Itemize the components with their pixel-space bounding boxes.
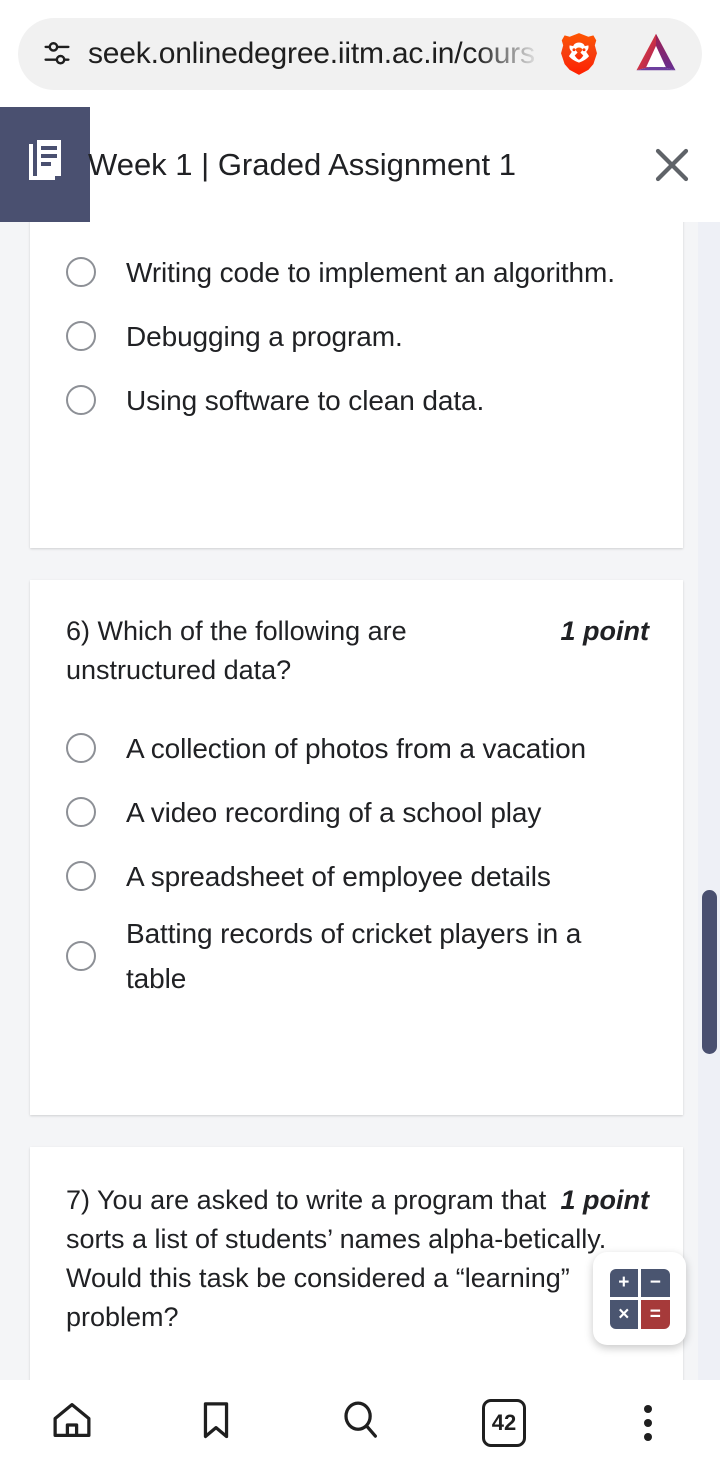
- page-title: Week 1 | Graded Assignment 1: [88, 147, 516, 182]
- scrollbar-thumb[interactable]: [702, 890, 717, 1054]
- question-card: Writing code to implement an algorithm. …: [30, 222, 683, 548]
- calculator-icon: + − × =: [609, 1268, 670, 1329]
- calc-minus-key: −: [641, 1268, 670, 1297]
- omnibox[interactable]: seek.onlinedegree.iitm.ac.in/cours: [18, 17, 702, 90]
- option-label: A collection of photos from a vacation: [126, 732, 587, 764]
- points-badge: 1 point: [560, 616, 650, 646]
- points-badge: 1 point: [560, 1185, 650, 1215]
- question-heading: 1 point 7) You are asked to write a prog…: [30, 1181, 683, 1337]
- documents-icon: [21, 138, 69, 191]
- tune-sliders-icon[interactable]: [40, 37, 74, 71]
- close-icon[interactable]: [648, 141, 696, 189]
- calc-multiply-key: ×: [609, 1300, 638, 1329]
- question-number: 7): [66, 1185, 91, 1215]
- radio-icon[interactable]: [66, 797, 96, 827]
- calculator-fab[interactable]: + − × =: [593, 1252, 686, 1345]
- option-row[interactable]: A spreadsheet of employee details: [66, 844, 663, 908]
- calc-plus-key: +: [609, 1268, 638, 1297]
- question-card: 1 point 6) Which of the following are un…: [30, 580, 683, 1115]
- documents-badge: [0, 107, 90, 222]
- home-icon: [49, 1397, 95, 1448]
- radio-icon[interactable]: [66, 385, 96, 415]
- calc-equals-key: =: [641, 1300, 670, 1329]
- radio-icon[interactable]: [66, 733, 96, 763]
- bat-triangle-icon[interactable]: [630, 28, 682, 80]
- home-button[interactable]: [0, 1380, 144, 1465]
- search-icon: [337, 1397, 383, 1448]
- more-vertical-icon: [644, 1404, 652, 1441]
- question-text: You are asked to write a program that so…: [66, 1185, 607, 1332]
- bookmarks-button[interactable]: [144, 1380, 288, 1465]
- radio-icon[interactable]: [66, 321, 96, 351]
- option-row[interactable]: Writing code to implement an algorithm.: [66, 240, 663, 304]
- option-label: A spreadsheet of employee details: [126, 860, 551, 892]
- search-button[interactable]: [288, 1380, 432, 1465]
- url-text[interactable]: seek.onlinedegree.iitm.ac.in/cours: [88, 37, 550, 71]
- option-row[interactable]: Using software to clean data.: [66, 368, 663, 432]
- option-list: Writing code to implement an algorithm. …: [30, 240, 683, 432]
- radio-icon[interactable]: [66, 861, 96, 891]
- question-number: 6): [66, 616, 91, 646]
- question-heading: 1 point 6) Which of the following are un…: [30, 612, 683, 690]
- option-row[interactable]: Debugging a program.: [66, 304, 663, 368]
- bookmark-icon: [193, 1397, 239, 1448]
- assignment-content[interactable]: Writing code to implement an algorithm. …: [0, 222, 720, 1380]
- option-label: Batting records of cricket players in a …: [126, 918, 582, 994]
- option-row[interactable]: A collection of photos from a vacation: [66, 716, 663, 780]
- question-card: 1 point 7) You are asked to write a prog…: [30, 1147, 683, 1380]
- option-label: A video recording of a school play: [126, 796, 542, 828]
- browser-top-bar: seek.onlinedegree.iitm.ac.in/cours: [0, 0, 720, 107]
- scrollbar-track[interactable]: [698, 222, 720, 1380]
- option-label: Debugging a program.: [126, 320, 403, 352]
- tab-count-icon: 42: [482, 1398, 526, 1447]
- option-list: A collection of photos from a vacation A…: [30, 690, 683, 1004]
- browser-bottom-nav: 42: [0, 1380, 720, 1465]
- option-row[interactable]: Batting records of cricket players in a …: [66, 908, 663, 1004]
- radio-icon[interactable]: [66, 941, 96, 971]
- brave-lion-icon[interactable]: [556, 31, 602, 77]
- more-menu-button[interactable]: [576, 1380, 720, 1465]
- radio-icon[interactable]: [66, 257, 96, 287]
- question-text: Which of the following are unstructured …: [66, 616, 407, 685]
- assignment-header: Week 1 | Graded Assignment 1: [0, 107, 720, 222]
- option-row[interactable]: A video recording of a school play: [66, 780, 663, 844]
- option-label: Using software to clean data.: [126, 384, 485, 416]
- option-label: Writing code to implement an algorithm.: [126, 256, 615, 288]
- tab-switcher-button[interactable]: 42: [432, 1380, 576, 1465]
